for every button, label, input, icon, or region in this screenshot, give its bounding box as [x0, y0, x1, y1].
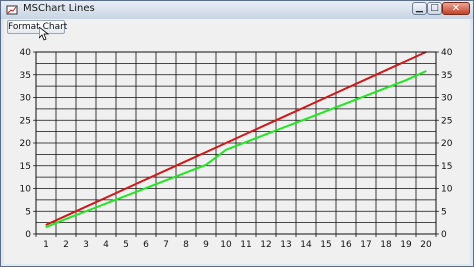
series-1-point — [225, 142, 227, 144]
series-2-point — [165, 179, 167, 181]
series-2-point — [65, 218, 67, 220]
series-2-point — [285, 126, 287, 128]
y-tick-label-right: 40 — [441, 48, 453, 58]
maximize-icon: □ — [430, 3, 439, 13]
x-tick-label: 10 — [220, 240, 232, 250]
y-tick-label-left: 15 — [20, 162, 31, 172]
y-tick-label-right: 0 — [441, 230, 447, 240]
series-2-point — [145, 187, 147, 189]
close-icon: ✕ — [451, 3, 461, 14]
series-1-point — [405, 60, 407, 62]
series-1-point — [165, 169, 167, 171]
series-1-point — [305, 106, 307, 108]
x-tick-label: 4 — [103, 240, 109, 250]
series-1-point — [85, 206, 87, 208]
minimize-button[interactable]: ▁ — [412, 2, 427, 15]
series-2-point — [45, 226, 47, 228]
series-1-point — [45, 224, 47, 226]
series-1-point — [185, 160, 187, 162]
series-1-point — [365, 78, 367, 80]
maximize-button[interactable]: □ — [427, 2, 442, 15]
series-2-point — [365, 95, 367, 97]
y-tick-label-right: 10 — [441, 185, 453, 195]
series-1-point — [325, 96, 327, 99]
series-1-point — [345, 87, 347, 89]
x-tick-label: 7 — [163, 240, 169, 250]
minimize-icon: ▁ — [416, 3, 423, 13]
series-1-point — [285, 115, 287, 117]
window-title: MSChart Lines — [23, 3, 95, 14]
y-tick-label-right: 25 — [441, 116, 452, 126]
x-tick-label: 5 — [123, 240, 129, 250]
x-tick-label: 1 — [43, 240, 49, 250]
y-tick-label-left: 20 — [20, 139, 32, 149]
y-tick-label-right: 20 — [441, 139, 453, 149]
series-1-point — [125, 187, 127, 190]
x-tick-label: 13 — [280, 240, 291, 250]
series-2-point — [85, 210, 87, 212]
series-2-point — [425, 70, 427, 72]
mouse-cursor-icon — [39, 27, 49, 41]
series-1-point — [265, 124, 267, 126]
app-icon — [6, 5, 18, 15]
x-tick-label: 11 — [240, 240, 251, 250]
x-tick-label: 15 — [320, 240, 331, 250]
series-2-point — [385, 87, 387, 89]
x-tick-label: 8 — [183, 240, 189, 250]
series-2-point — [245, 141, 247, 143]
client-area: Format Chart 1 2 3 4 5 6 7 8 9 10 11 12 13 14 15 16 17 18… — [4, 19, 470, 264]
y-tick-label-left: 30 — [20, 94, 32, 104]
y-tick-label-right: 35 — [441, 71, 452, 81]
series-2-point — [345, 102, 347, 105]
series-1-point — [205, 151, 207, 153]
x-tick-label: 18 — [380, 240, 392, 250]
series-1-point — [105, 197, 107, 199]
x-tick-label: 19 — [400, 240, 412, 250]
app-window: MSChart Lines ▁ □ ✕ Format Chart 1234567… — [0, 0, 474, 267]
x-tick-label: 2 — [63, 240, 69, 250]
series-2-point — [105, 202, 107, 205]
x-tick-label: 12 — [260, 240, 271, 250]
series-2-point — [205, 164, 207, 166]
line-chart[interactable]: 1 2 3 4 5 6 7 8 9 10 11 12 13 14 15 16 17 18 19 20051015202… — [4, 19, 470, 264]
y-tick-label-right: 15 — [441, 162, 452, 172]
close-button[interactable]: ✕ — [442, 2, 470, 15]
series-2-point — [225, 149, 227, 151]
y-tick-label-right: 30 — [441, 94, 453, 104]
series-2-point — [265, 133, 267, 135]
x-tick-label: 3 — [83, 240, 89, 250]
series-2-point — [305, 118, 307, 120]
title-bar[interactable]: MSChart Lines ▁ □ ✕ — [1, 1, 473, 19]
y-tick-label-left: 40 — [20, 48, 32, 58]
series-1-point — [145, 178, 147, 180]
y-tick-label-left: 35 — [20, 71, 31, 81]
x-tick-label: 6 — [143, 240, 149, 250]
series-1-point — [385, 69, 387, 71]
series-2-point — [125, 195, 127, 197]
x-tick-label: 16 — [340, 240, 352, 250]
y-tick-label-right: 5 — [441, 207, 447, 217]
y-tick-label-left: 0 — [25, 230, 31, 240]
series-2-point — [325, 110, 327, 112]
x-tick-label: 20 — [420, 240, 432, 250]
y-tick-label-left: 5 — [25, 207, 31, 217]
series-2-point — [185, 171, 187, 174]
series-2-point — [405, 79, 407, 81]
series-1-point — [245, 133, 247, 135]
x-tick-label: 17 — [360, 240, 371, 250]
x-tick-label: 14 — [300, 240, 312, 250]
y-tick-label-left: 10 — [20, 185, 32, 195]
series-1-point — [65, 215, 67, 217]
x-tick-label: 9 — [203, 240, 209, 250]
y-tick-label-left: 25 — [20, 116, 31, 126]
